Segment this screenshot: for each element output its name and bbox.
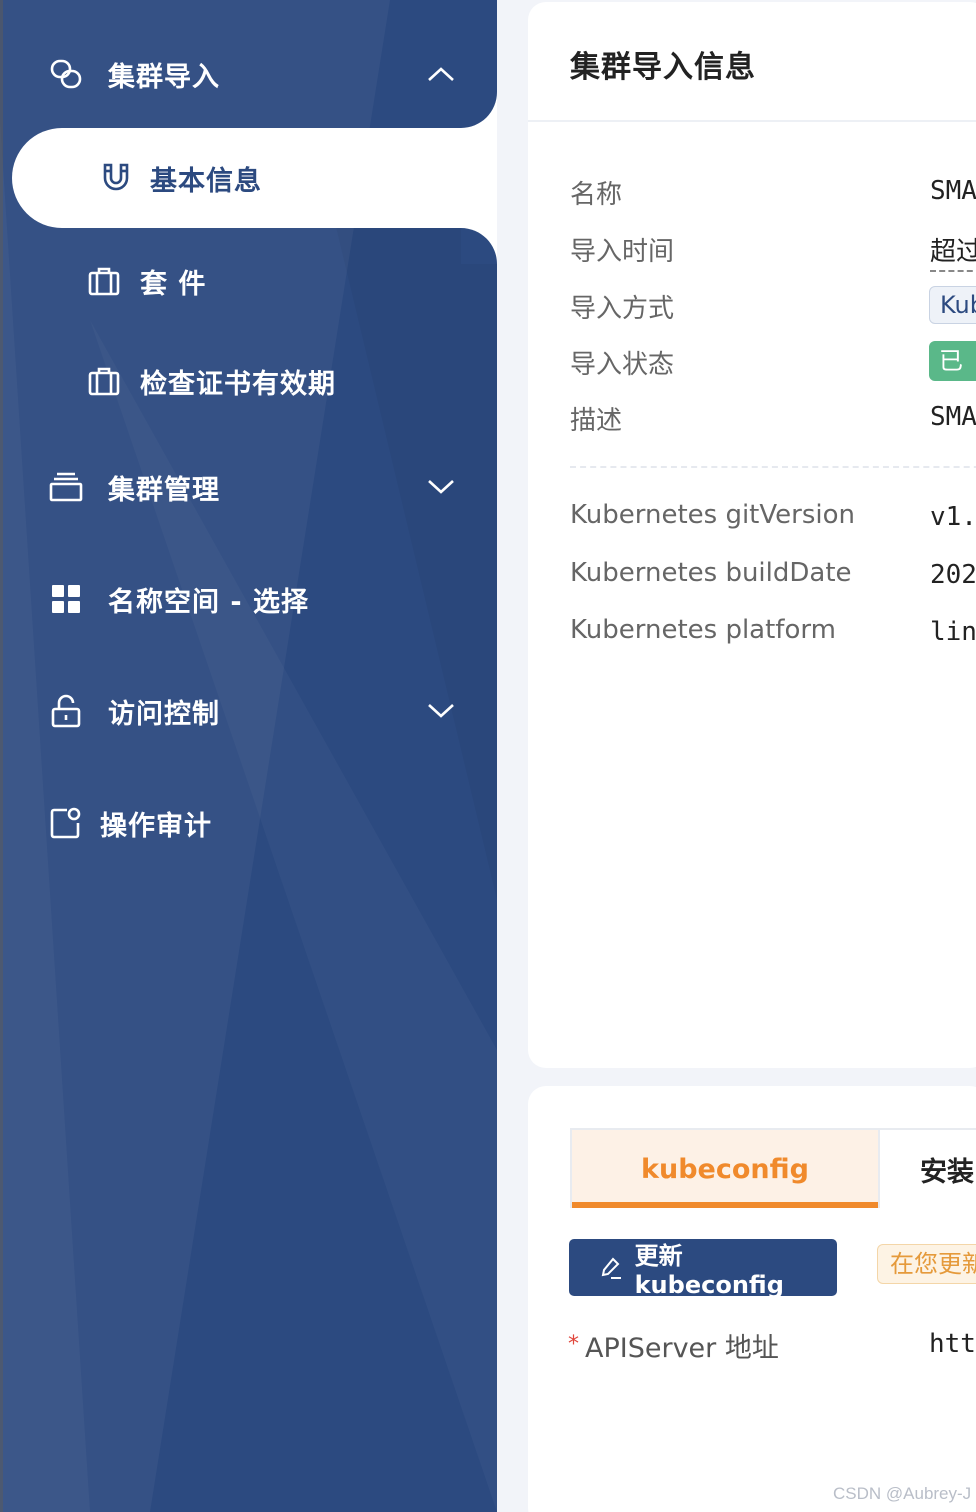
button-label: 更新 kubeconfig — [634, 1242, 784, 1299]
edit-icon — [599, 1255, 625, 1281]
sidebar-item-label: 访问控制 — [108, 698, 220, 730]
apiserver-value: htt — [929, 1329, 976, 1359]
field-value-name: SMA — [930, 176, 976, 206]
sidebar-item-label: 操作审计 — [100, 810, 212, 842]
field-label-platform: Kubernetes platform — [570, 615, 836, 645]
unlock-icon — [48, 693, 84, 729]
chevron-down-icon[interactable] — [422, 468, 460, 506]
status-badge: 已就 — [929, 341, 976, 415]
toolbox-icon — [86, 263, 122, 299]
tab-label: 安装 — [920, 1156, 974, 1188]
sidebar-item-label: 套 件 — [140, 268, 207, 300]
sidebar-item-label: 名称空间 - 选择 — [108, 586, 310, 618]
chevron-up-icon[interactable] — [422, 55, 460, 93]
required-mark: * — [568, 1332, 579, 1357]
sidebar-item-cluster-import[interactable]: 集群导入 — [0, 28, 497, 120]
sidebar-item-label: 集群管理 — [108, 474, 220, 506]
import-method-tag: Kub — [929, 286, 976, 324]
audit-icon — [48, 805, 84, 841]
field-label-name: 名称 — [570, 180, 623, 210]
sidebar-item-basic-info[interactable]: 基本信息 — [0, 128, 497, 228]
sidebar-item-access-control[interactable]: 访问控制 — [0, 665, 497, 757]
cluster-info-card: 集群导入信息 名称 SMA 导入时间 超过 导入方式 Kub 导入状态 已就 描… — [528, 2, 976, 1068]
stack-icon — [48, 469, 84, 505]
sidebar: 集群导入 基本信息 套 件 检查证书有效期 集群管理 名称空间 - 选择 访问控… — [0, 0, 497, 1512]
field-label-build-date: Kubernetes buildDate — [570, 558, 852, 588]
link-icon — [48, 56, 84, 92]
apiserver-label: * APIServer 地址 — [568, 1326, 779, 1365]
divider — [528, 120, 976, 122]
kubeconfig-card: kubeconfig 安装 更新 kubeconfig 在您更新 * APISer… — [528, 1086, 976, 1512]
field-value-platform: lin — [930, 617, 976, 647]
field-label-description: 描述 — [570, 406, 623, 436]
field-value-description: SMA — [930, 402, 976, 432]
field-value-import-time[interactable]: 超过 — [930, 231, 976, 272]
sidebar-item-cluster-manage[interactable]: 集群管理 — [0, 441, 497, 533]
magnet-icon — [98, 160, 134, 196]
sidebar-item-label: 集群导入 — [108, 61, 220, 93]
grid-icon — [48, 581, 84, 617]
sidebar-item-namespace[interactable]: 名称空间 - 选择 — [0, 553, 497, 645]
sidebar-item-audit[interactable]: 操作审计 — [0, 777, 497, 869]
dashed-divider — [570, 466, 976, 468]
field-label-import-time: 导入时间 — [570, 237, 675, 267]
card-title: 集群导入信息 — [570, 50, 756, 85]
sidebar-item-label: 检查证书有效期 — [140, 368, 336, 400]
watermark: CSDN @Aubrey-J — [833, 1484, 972, 1503]
toolbox-icon — [86, 363, 122, 399]
tab-bar: kubeconfig 安装 — [570, 1128, 976, 1208]
tab-label: kubeconfig — [641, 1153, 809, 1185]
field-label-git-version: Kubernetes gitVersion — [570, 500, 855, 530]
field-label-import-status: 导入状态 — [570, 350, 675, 380]
sidebar-item-check-cert[interactable]: 检查证书有效期 — [0, 335, 497, 427]
chevron-down-icon[interactable] — [422, 692, 460, 730]
apiserver-label-text: APIServer 地址 — [585, 1333, 779, 1364]
update-kubeconfig-button[interactable]: 更新 kubeconfig — [569, 1239, 837, 1299]
tab-install[interactable]: 安装 — [878, 1130, 974, 1208]
field-label-import-method: 导入方式 — [570, 294, 675, 324]
tab-active-indicator — [572, 1202, 878, 1208]
field-value-git-version: v1. — [930, 502, 976, 532]
warning-tag: 在您更新 — [877, 1244, 976, 1284]
tab-kubeconfig[interactable]: kubeconfig — [572, 1130, 878, 1208]
sidebar-item-suite[interactable]: 套 件 — [0, 235, 497, 327]
sidebar-item-label: 基本信息 — [150, 165, 262, 197]
field-value-build-date: 202 — [930, 560, 976, 590]
